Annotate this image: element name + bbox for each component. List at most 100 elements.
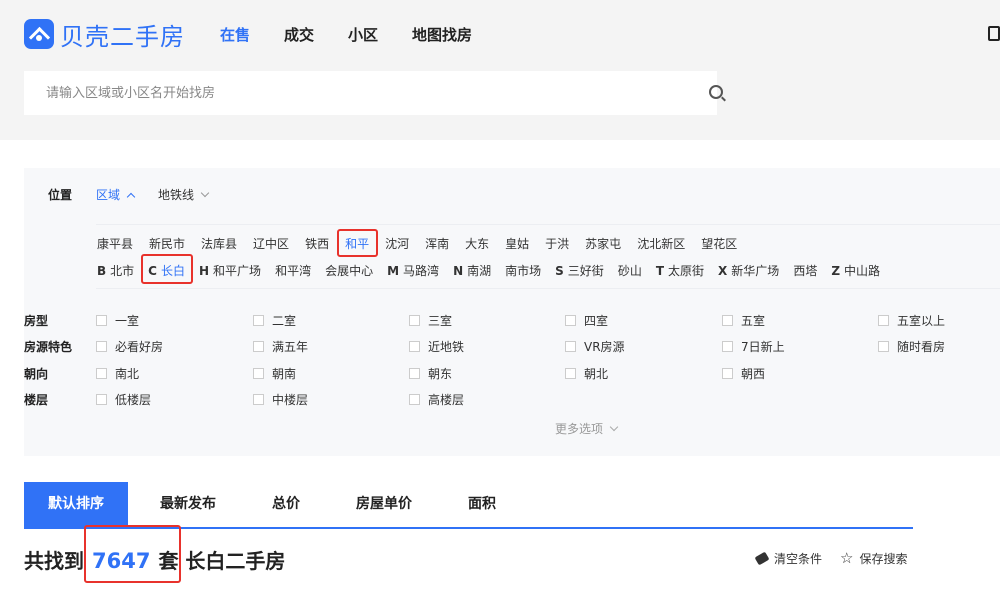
filter-option[interactable]: 朝东 bbox=[409, 365, 452, 382]
subarea-letter: N bbox=[453, 264, 464, 278]
checkbox[interactable] bbox=[96, 315, 107, 326]
subarea-item[interactable]: M 马路湾 bbox=[387, 262, 439, 279]
filter-label: 房型 bbox=[24, 314, 49, 328]
tab-subway-label: 地铁线 bbox=[158, 188, 195, 202]
filter-option[interactable]: 二室 bbox=[253, 312, 296, 329]
subarea-item[interactable]: 和平湾 bbox=[275, 262, 311, 279]
filter-row-orientation: 朝向 南北 朝南 朝东 朝北 朝西 bbox=[24, 365, 1000, 381]
checkbox[interactable] bbox=[253, 315, 264, 326]
filter-option[interactable]: 7日新上 bbox=[722, 338, 785, 355]
checkbox[interactable] bbox=[565, 368, 576, 379]
checkbox[interactable] bbox=[409, 341, 420, 352]
clear-conditions-button[interactable]: 清空条件 bbox=[754, 550, 822, 567]
district-item[interactable]: 铁西 bbox=[305, 235, 329, 252]
checkbox[interactable] bbox=[253, 368, 264, 379]
search-input[interactable] bbox=[24, 71, 674, 115]
search-icon[interactable] bbox=[709, 85, 723, 99]
filter-option[interactable]: VR房源 bbox=[565, 338, 625, 355]
selected-district-highlight bbox=[337, 229, 378, 257]
save-search-button[interactable]: ☆ 保存搜索 bbox=[840, 549, 907, 567]
checkbox[interactable] bbox=[409, 315, 420, 326]
checkbox[interactable] bbox=[722, 368, 733, 379]
filter-option[interactable]: 一室 bbox=[96, 312, 139, 329]
tab-newest[interactable]: 最新发布 bbox=[136, 482, 240, 527]
filter-option[interactable]: 南北 bbox=[96, 365, 139, 382]
subarea-item[interactable]: 砂山 bbox=[618, 262, 642, 279]
tab-area[interactable]: 区域 bbox=[96, 186, 136, 203]
checkbox[interactable] bbox=[409, 368, 420, 379]
tab-unit-price[interactable]: 房屋单价 bbox=[332, 482, 436, 527]
subarea-item[interactable]: X 新华广场 bbox=[718, 262, 779, 279]
tab-default-sort[interactable]: 默认排序 bbox=[24, 482, 128, 527]
subarea-item[interactable]: 西塔 bbox=[793, 262, 817, 279]
checkbox[interactable] bbox=[565, 341, 576, 352]
filter-option[interactable]: 随时看房 bbox=[878, 338, 945, 355]
subarea-name: 三好街 bbox=[567, 264, 604, 278]
district-item[interactable]: 望花区 bbox=[701, 235, 737, 252]
district-item[interactable]: 于洪 bbox=[545, 235, 569, 252]
filter-option[interactable]: 五室以上 bbox=[878, 312, 945, 329]
filter-option[interactable]: 朝北 bbox=[565, 365, 608, 382]
filter-option[interactable]: 满五年 bbox=[253, 338, 308, 355]
search-box bbox=[24, 71, 723, 115]
tab-total-price[interactable]: 总价 bbox=[248, 482, 324, 527]
district-item[interactable]: 法库县 bbox=[201, 235, 237, 252]
more-options-toggle[interactable]: 更多选项 bbox=[555, 420, 619, 437]
filter-option[interactable]: 近地铁 bbox=[409, 338, 464, 355]
checkbox[interactable] bbox=[253, 394, 264, 405]
filter-option[interactable]: 朝南 bbox=[253, 365, 296, 382]
checkbox[interactable] bbox=[878, 315, 889, 326]
checkbox[interactable] bbox=[722, 341, 733, 352]
checkbox[interactable] bbox=[253, 341, 264, 352]
subarea-item[interactable]: Z 中山路 bbox=[831, 262, 880, 279]
subarea-item[interactable]: N 南湖 bbox=[453, 262, 491, 279]
checkbox[interactable] bbox=[878, 341, 889, 352]
nav-item-community[interactable]: 小区 bbox=[348, 24, 378, 45]
tab-subway[interactable]: 地铁线 bbox=[158, 186, 210, 203]
nav-item-sold[interactable]: 成交 bbox=[284, 24, 314, 45]
district-item[interactable]: 浑南 bbox=[425, 235, 449, 252]
subarea-letter: H bbox=[199, 264, 210, 278]
checkbox[interactable] bbox=[96, 368, 107, 379]
checkbox[interactable] bbox=[722, 315, 733, 326]
filter-option[interactable]: 四室 bbox=[565, 312, 608, 329]
district-item[interactable]: 新民市 bbox=[149, 235, 185, 252]
subarea-item[interactable]: S 三好街 bbox=[555, 262, 604, 279]
checkbox[interactable] bbox=[96, 341, 107, 352]
filter-row-features: 房源特色 必看好房 满五年 近地铁 VR房源 7日新上 随时看房 bbox=[24, 338, 1000, 354]
district-item[interactable]: 大东 bbox=[465, 235, 489, 252]
district-item[interactable]: 沈北新区 bbox=[637, 235, 685, 252]
option-label: VR房源 bbox=[584, 340, 625, 354]
subarea-item[interactable]: T 太原街 bbox=[656, 262, 704, 279]
filter-option[interactable]: 中楼层 bbox=[253, 391, 308, 408]
filter-option[interactable]: 低楼层 bbox=[96, 391, 151, 408]
district-list: 康平县 新民市 法库县 辽中区 铁西 和平 沈河 浑南 大东 皇姑 于洪 苏家屯… bbox=[97, 235, 753, 252]
subarea-item[interactable]: H 和平广场 bbox=[199, 262, 261, 279]
district-item[interactable]: 辽中区 bbox=[253, 235, 289, 252]
option-label: 随时看房 bbox=[897, 340, 946, 354]
option-label: 低楼层 bbox=[115, 393, 152, 407]
subarea-item[interactable]: 南市场 bbox=[505, 262, 541, 279]
checkbox[interactable] bbox=[96, 394, 107, 405]
subarea-item[interactable]: B 北市 bbox=[97, 262, 134, 279]
phone-icon[interactable] bbox=[988, 26, 1000, 41]
divider bbox=[96, 224, 1000, 225]
district-item[interactable]: 皇姑 bbox=[505, 235, 529, 252]
district-item[interactable]: 苏家屯 bbox=[585, 235, 621, 252]
district-item[interactable]: 沈河 bbox=[385, 235, 409, 252]
subarea-item[interactable]: 会展中心 bbox=[325, 262, 373, 279]
filter-option[interactable]: 高楼层 bbox=[409, 391, 464, 408]
filter-option[interactable]: 五室 bbox=[722, 312, 765, 329]
nav-item-map-search[interactable]: 地图找房 bbox=[412, 24, 472, 45]
checkbox[interactable] bbox=[409, 394, 420, 405]
nav-item-for-sale[interactable]: 在售 bbox=[220, 24, 250, 45]
subarea-name: 南市场 bbox=[505, 264, 542, 278]
tab-area-size[interactable]: 面积 bbox=[444, 482, 520, 527]
filter-option[interactable]: 三室 bbox=[409, 312, 452, 329]
checkbox[interactable] bbox=[565, 315, 576, 326]
filter-option[interactable]: 必看好房 bbox=[96, 338, 163, 355]
logo[interactable]: 贝壳二手房 bbox=[24, 18, 185, 51]
filter-option[interactable]: 朝西 bbox=[722, 365, 765, 382]
subarea-name: 北市 bbox=[110, 264, 135, 278]
district-item[interactable]: 康平县 bbox=[97, 235, 133, 252]
